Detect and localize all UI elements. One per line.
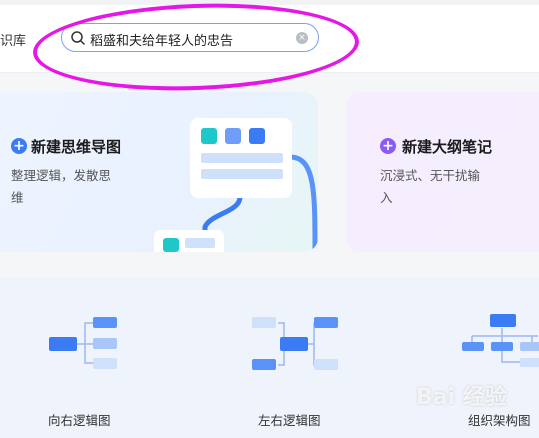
- template-label: 左右逻辑图: [258, 413, 321, 428]
- new-outline-card[interactable]: + 新建大纲笔记 沉浸式、无干扰输 入: [346, 92, 539, 252]
- new-outline-desc: 沉浸式、无干扰输: [380, 168, 481, 183]
- top-divider: [0, 0, 539, 5]
- plus-icon: +: [11, 138, 27, 154]
- right-logic-thumbnail: [49, 317, 117, 369]
- template-label: 组织架构图: [468, 413, 531, 428]
- baidu-watermark: Bai 经验: [416, 385, 507, 410]
- new-mindmap-card[interactable]: + 新建思维导图 整理逻辑，发散思 维: [0, 92, 318, 252]
- new-outline-title: 新建大纲笔记: [402, 138, 493, 156]
- org-chart-thumbnail: [462, 314, 539, 367]
- search-input[interactable]: 稻盛和夫给年轻人的忠告 ×: [61, 23, 319, 52]
- plus-icon: +: [380, 138, 396, 154]
- template-left-right-logic[interactable]: 左右逻辑图: [230, 298, 370, 438]
- search-icon: [71, 31, 85, 45]
- knowledge-base-link[interactable]: 识库: [0, 30, 26, 49]
- clear-search-icon[interactable]: ×: [296, 32, 308, 44]
- template-org-chart[interactable]: 组织架构图: [440, 298, 539, 438]
- template-section: 向右逻辑图 左右逻辑图 组织架构图: [0, 278, 539, 438]
- new-mindmap-desc: 整理逻辑，发散思: [11, 168, 112, 183]
- template-right-logic[interactable]: 向右逻辑图: [20, 298, 160, 438]
- left-right-logic-thumbnail: [252, 317, 338, 370]
- new-outline-desc-2: 入: [380, 190, 393, 205]
- top-bar: 识库 稻盛和夫给年轻人的忠告 ×: [0, 0, 539, 73]
- new-mindmap-desc-2: 维: [11, 190, 24, 205]
- new-mindmap-title: 新建思维导图: [31, 138, 122, 156]
- mindmap-illustration: [154, 118, 318, 252]
- search-value[interactable]: 稻盛和夫给年轻人的忠告: [90, 30, 233, 49]
- template-label: 向右逻辑图: [48, 413, 111, 428]
